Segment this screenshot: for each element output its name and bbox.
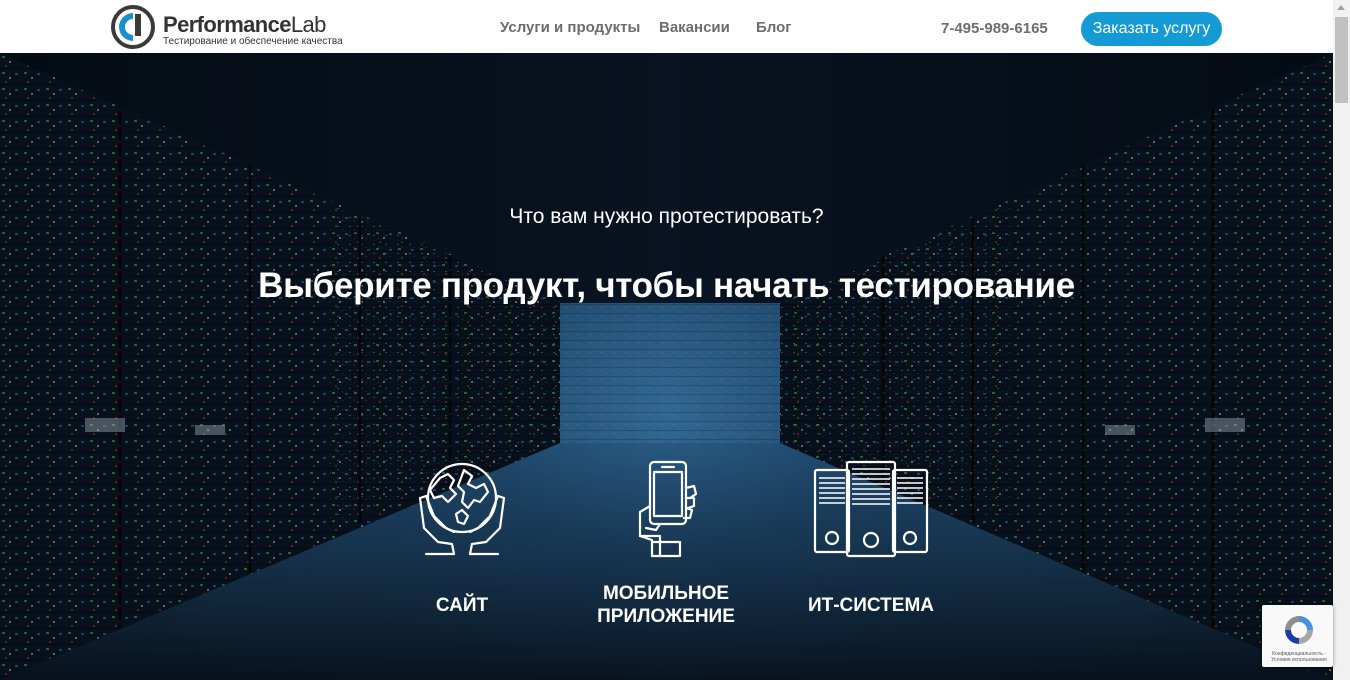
product-it-system-label: ИТ-СИСТЕМА	[807, 595, 935, 616]
logo-brand-light: Lab	[290, 12, 327, 37]
hero-section: Что вам нужно протестировать? Выберите п…	[0, 53, 1333, 680]
site-header: PerformanceLab Тестирование и обеспечени…	[0, 0, 1333, 53]
recaptcha-icon	[1285, 616, 1313, 644]
hero-subtitle: Что вам нужно протестировать?	[509, 205, 824, 228]
logo-mark-icon	[111, 5, 155, 49]
scroll-thumb[interactable]	[1335, 17, 1348, 103]
recaptcha-terms[interactable]: Конфиденциальность - Условия использован…	[1266, 651, 1332, 663]
hero-title: Выберите продукт, чтобы начать тестирова…	[258, 266, 1075, 305]
nav-item-blog[interactable]: Блог	[756, 19, 792, 36]
product-it-system[interactable]: ИТ-СИСТЕМА	[781, 458, 961, 616]
globe-in-hands-icon	[418, 462, 506, 556]
logo-tagline: Тестирование и обеспечение качества	[163, 36, 343, 47]
nav-item-vacancies[interactable]: Вакансии	[659, 19, 730, 36]
logo[interactable]: PerformanceLab Тестирование и обеспечени…	[111, 5, 343, 49]
product-mobile-app-label: МОБИЛЬНОЕ ПРИЛОЖЕНИЕ	[597, 583, 735, 627]
logo-title: PerformanceLab	[163, 14, 326, 36]
recaptcha-badge[interactable]: Конфиденциальность - Условия использован…	[1262, 605, 1333, 667]
phone-number[interactable]: 7-495-989-6165	[941, 20, 1048, 37]
servers-icon	[813, 460, 929, 558]
order-service-button[interactable]: Заказать услугу	[1081, 12, 1222, 46]
nav-item-services[interactable]: Услуги и продукты	[500, 19, 640, 36]
product-mobile-app[interactable]: МОБИЛЬНОЕ ПРИЛОЖЕНИЕ	[576, 458, 756, 627]
scrollbar[interactable]	[1333, 0, 1350, 680]
product-website[interactable]: САЙТ	[372, 458, 552, 616]
logo-brand-bold: Performance	[163, 12, 292, 37]
product-website-label: САЙТ	[435, 595, 489, 616]
scroll-up-arrow-icon[interactable]	[1337, 5, 1345, 10]
phone-in-hand-icon	[638, 460, 698, 558]
